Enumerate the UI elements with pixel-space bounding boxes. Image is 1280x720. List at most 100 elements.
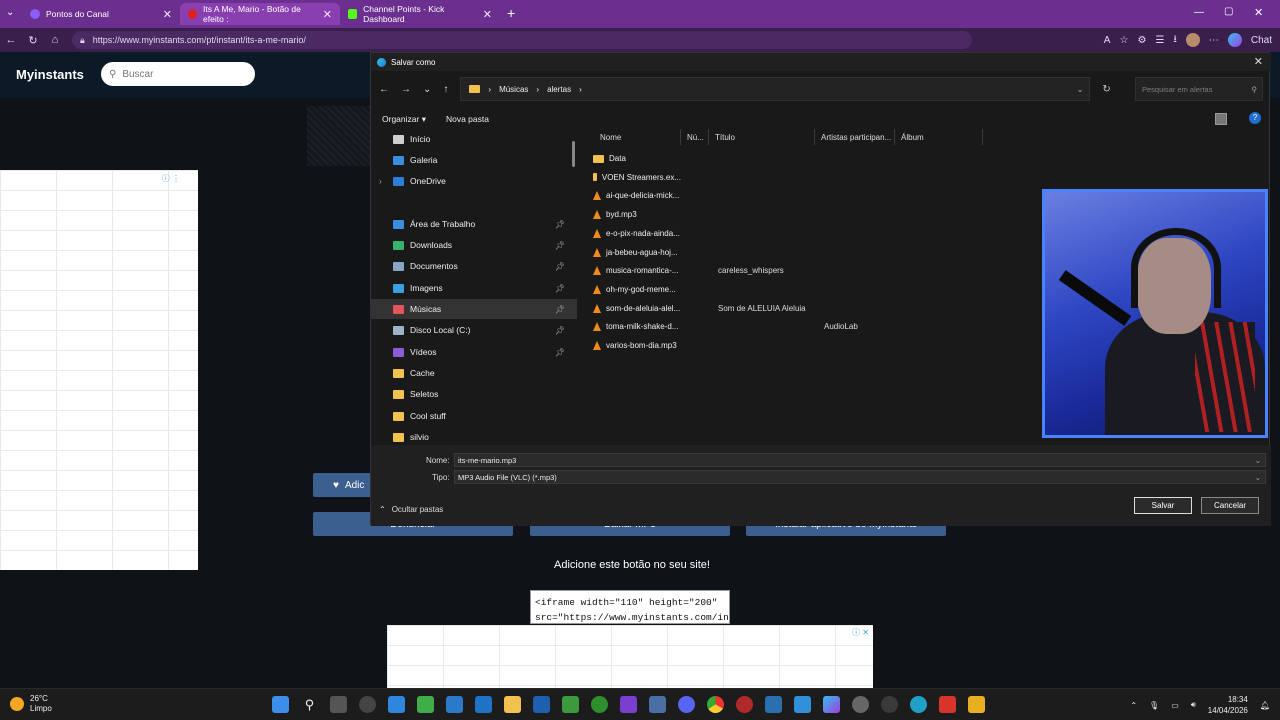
column-header-title[interactable]: Título bbox=[709, 129, 815, 145]
nav-item[interactable]: Início bbox=[371, 129, 577, 149]
tab-pontos-do-canal[interactable]: Pontos do Canal ✕ bbox=[22, 3, 180, 25]
file-row[interactable]: VOEN Streamers.ex... bbox=[581, 168, 1271, 187]
breadcrumb-item[interactable]: Músicas bbox=[499, 85, 528, 94]
nav-item[interactable]: Galeria bbox=[371, 150, 577, 170]
chrome-icon[interactable] bbox=[707, 696, 724, 713]
copilot-icon[interactable] bbox=[823, 696, 840, 713]
new-tab-icon[interactable]: + bbox=[507, 5, 515, 21]
more-options-icon[interactable]: ⋯ bbox=[1209, 35, 1219, 46]
column-header-album[interactable]: Álbum bbox=[895, 129, 983, 145]
nav-item[interactable]: Cache bbox=[371, 363, 577, 383]
azure-icon[interactable] bbox=[533, 696, 550, 713]
nav-item[interactable]: Downloads 📌︎ bbox=[371, 235, 577, 255]
search-folder-input[interactable]: Pesquisar em alertas ⚲ bbox=[1135, 77, 1263, 101]
close-tab-icon[interactable]: ✕ bbox=[323, 8, 332, 21]
refresh-icon[interactable]: ↻ bbox=[1102, 84, 1110, 95]
column-header-artists[interactable]: Artistas participan... bbox=[815, 129, 895, 145]
app-icon[interactable] bbox=[649, 696, 666, 713]
embed-code-textarea[interactable]: <iframe width="110" height="200" src="ht… bbox=[530, 590, 730, 624]
file-row[interactable]: Data bbox=[581, 149, 1271, 168]
url-field[interactable]: 🔒︎ https://www.myinstants.com/pt/instant… bbox=[72, 31, 972, 49]
minimize-window-icon[interactable]: — bbox=[1194, 7, 1204, 18]
nav-item[interactable]: Área de Trabalho 📌︎ bbox=[371, 214, 577, 234]
new-folder-button[interactable]: Nova pasta bbox=[446, 114, 489, 124]
cancel-button[interactable]: Cancelar bbox=[1201, 497, 1259, 514]
search-icon[interactable]: ⚲ bbox=[301, 696, 318, 713]
close-tab-icon[interactable]: ✕ bbox=[163, 8, 172, 21]
copilot-icon[interactable] bbox=[1227, 33, 1242, 47]
column-header-name[interactable]: Nome bbox=[581, 129, 681, 145]
column-header-number[interactable]: Nú... bbox=[681, 129, 709, 145]
downloads-icon[interactable]: ⭳ bbox=[1173, 32, 1177, 49]
home-icon[interactable]: ⌂ bbox=[44, 34, 66, 46]
refresh-icon[interactable]: ↻ bbox=[22, 34, 44, 47]
recent-locations-icon[interactable]: ⌄ bbox=[423, 84, 431, 95]
app-icon[interactable] bbox=[939, 696, 956, 713]
discord-icon[interactable] bbox=[678, 696, 695, 713]
vscode-icon[interactable] bbox=[475, 696, 492, 713]
nav-item[interactable]: Disco Local (C:) 📌︎ bbox=[371, 320, 577, 340]
nav-item[interactable]: › OneDrive bbox=[371, 171, 577, 191]
read-aloud-icon[interactable]: A bbox=[1104, 35, 1111, 46]
back-icon[interactable]: ← bbox=[379, 84, 389, 95]
github-icon[interactable] bbox=[881, 696, 898, 713]
organize-button[interactable]: Organizar ▾ bbox=[382, 114, 426, 125]
breadcrumb-item[interactable]: alertas bbox=[547, 85, 571, 94]
collections-icon[interactable]: ☰ bbox=[1155, 35, 1164, 46]
settings-icon[interactable] bbox=[852, 696, 869, 713]
nav-item[interactable]: Vídeos 📌︎ bbox=[371, 342, 577, 362]
maximize-window-icon[interactable]: ▢ bbox=[1224, 6, 1233, 17]
nav-pane-scrollbar[interactable] bbox=[572, 141, 575, 167]
network-icon[interactable]: ▭ bbox=[1171, 701, 1179, 710]
microphone-icon[interactable]: 🎙︎ bbox=[1149, 701, 1159, 710]
site-logo[interactable]: Myinstants bbox=[16, 67, 84, 82]
notepad-icon[interactable] bbox=[417, 696, 434, 713]
save-button[interactable]: Salvar bbox=[1134, 497, 1192, 514]
edge-icon[interactable] bbox=[910, 696, 927, 713]
nav-item[interactable]: silvio bbox=[371, 427, 577, 445]
close-tab-icon[interactable]: ✕ bbox=[483, 8, 492, 21]
app-icon[interactable] bbox=[446, 696, 463, 713]
ad-info-icon[interactable]: ⓘ ⋮ bbox=[162, 173, 180, 184]
profile-avatar[interactable] bbox=[1185, 33, 1200, 47]
minecraft-icon[interactable] bbox=[562, 696, 579, 713]
obsidian-icon[interactable] bbox=[620, 696, 637, 713]
expand-chevron-icon[interactable]: › bbox=[379, 176, 382, 186]
nav-item[interactable]: Seletos bbox=[371, 384, 577, 404]
add-favorite-button[interactable]: ♥ Adic bbox=[313, 473, 373, 497]
chevron-down-icon[interactable]: ⌄ bbox=[1255, 473, 1261, 482]
tab-list-chevron-icon[interactable]: ⌄ bbox=[6, 7, 14, 18]
back-icon[interactable]: ← bbox=[0, 34, 22, 46]
app-icon[interactable] bbox=[968, 696, 985, 713]
folder-path-breadcrumb[interactable]: › Músicas › alertas › ⌄ bbox=[460, 77, 1091, 101]
tab-its-a-me-mario[interactable]: Its A Me, Mario - Botão de efeito : ✕ bbox=[180, 3, 340, 25]
store-icon[interactable] bbox=[388, 696, 405, 713]
file-name-input[interactable]: its-me-mario.mp3 ⌄ bbox=[454, 453, 1266, 467]
clock[interactable]: 18:34 14/04/2026 bbox=[1208, 694, 1248, 716]
view-options-icon[interactable] bbox=[1215, 113, 1227, 125]
tab-kick-dashboard[interactable]: Channel Points - Kick Dashboard ✕ bbox=[340, 3, 500, 25]
obs-icon[interactable] bbox=[736, 696, 753, 713]
mail-icon[interactable] bbox=[794, 696, 811, 713]
task-view-icon[interactable] bbox=[330, 696, 347, 713]
chat-label[interactable]: Chat bbox=[1251, 35, 1272, 46]
nav-item[interactable]: Músicas 📌︎ bbox=[371, 299, 577, 319]
start-icon[interactable] bbox=[272, 696, 289, 713]
hide-folders-toggle[interactable]: ⌃ Ocultar pastas bbox=[379, 505, 443, 514]
favorite-star-icon[interactable]: ☆ bbox=[1119, 35, 1128, 46]
forward-icon[interactable]: → bbox=[401, 84, 411, 95]
help-icon[interactable]: ? bbox=[1249, 112, 1261, 124]
up-folder-icon[interactable]: ↑ bbox=[443, 84, 448, 95]
path-dropdown-icon[interactable]: ⌄ bbox=[1077, 85, 1084, 94]
site-search-input[interactable]: ⚲ Buscar bbox=[101, 62, 255, 86]
weather-widget[interactable]: 26°C Limpo bbox=[10, 694, 52, 714]
notifications-icon[interactable]: 🔔︎ bbox=[1260, 701, 1270, 710]
extensions-icon[interactable]: ⚙ bbox=[1137, 35, 1146, 46]
close-dialog-icon[interactable]: ✕ bbox=[1254, 55, 1263, 68]
xbox-icon[interactable] bbox=[591, 696, 608, 713]
file-type-select[interactable]: MP3 Audio File (VLC) (*.mp3) ⌄ bbox=[454, 470, 1266, 484]
ad-info-icon[interactable]: ⓘ ✕ bbox=[852, 627, 869, 638]
file-explorer-icon[interactable] bbox=[504, 696, 521, 713]
nav-item[interactable]: Cool stuff bbox=[371, 406, 577, 426]
volume-icon[interactable]: 🔊︎ bbox=[1191, 700, 1196, 710]
